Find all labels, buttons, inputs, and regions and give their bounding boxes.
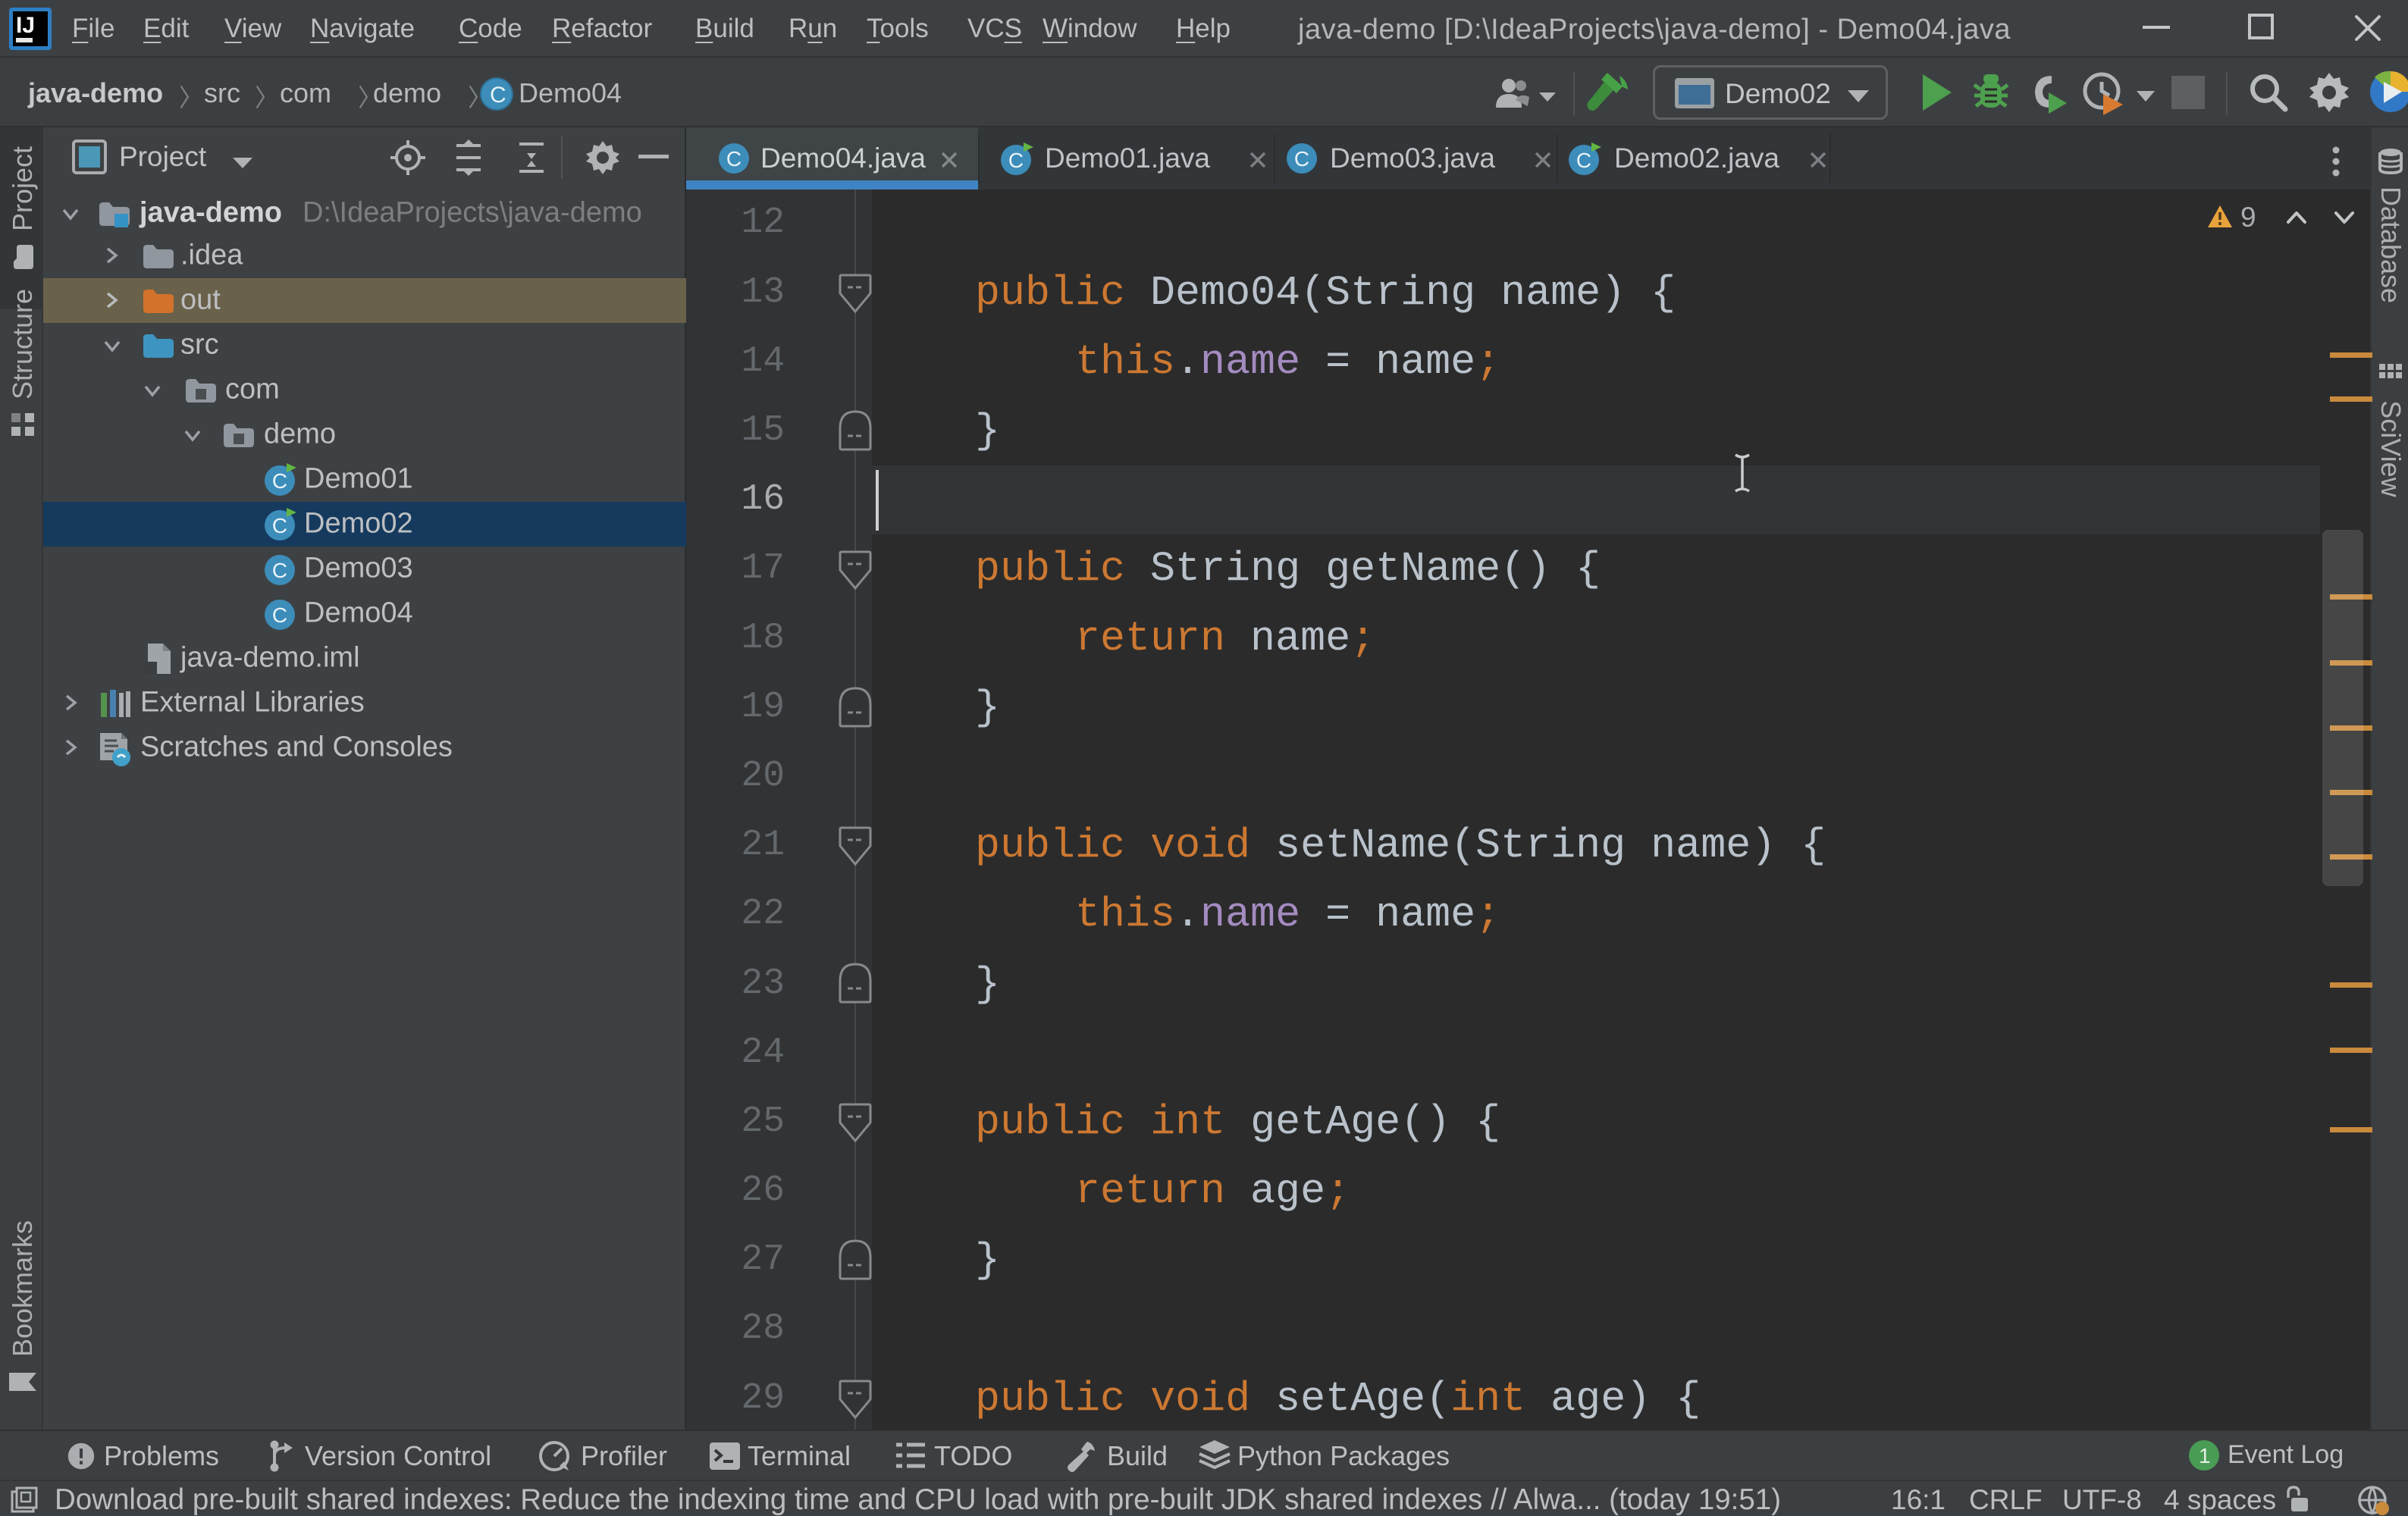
svg-text:C: C — [1576, 149, 1591, 172]
svg-text:C: C — [272, 514, 287, 537]
svg-text:C: C — [1008, 149, 1024, 172]
svg-text:C: C — [1294, 147, 1309, 171]
svg-text:C: C — [726, 147, 742, 171]
svg-text:C: C — [272, 469, 287, 493]
svg-text:C: C — [272, 559, 287, 582]
svg-text:C: C — [272, 603, 287, 627]
